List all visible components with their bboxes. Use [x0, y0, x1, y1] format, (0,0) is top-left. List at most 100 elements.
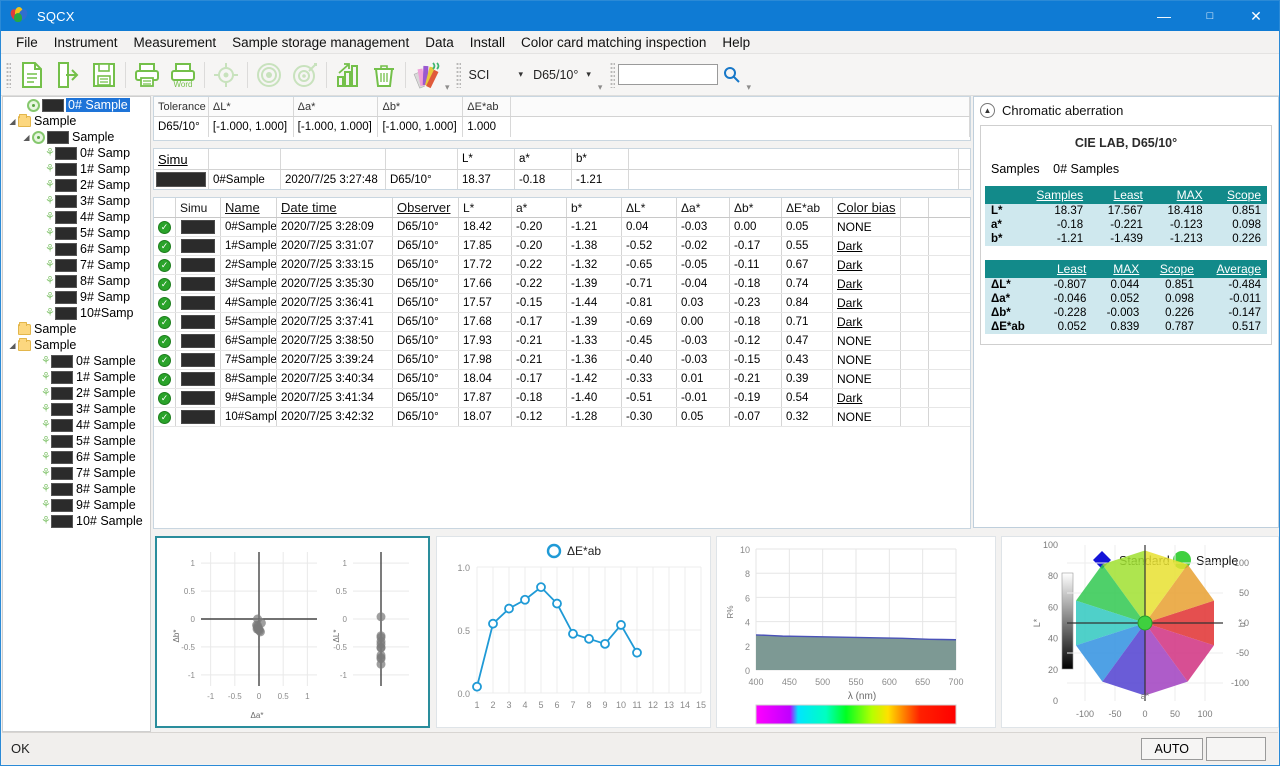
tree-group-3[interactable]: ◢ Sample — [3, 337, 150, 353]
search-input[interactable] — [618, 64, 718, 85]
standard-cell[interactable]: -0.18 — [515, 170, 572, 189]
chart-icon[interactable] — [330, 58, 366, 92]
illuminant-select[interactable]: D65/10° ▾ — [528, 64, 596, 86]
toolbar-overflow-icon-3[interactable]: ▾ — [746, 82, 751, 93]
sample-tree[interactable]: 0# Sample ◢ Sample ◢ Sample ⚘0# Samp⚘1# … — [2, 96, 151, 732]
measure-standard-icon[interactable] — [251, 58, 287, 92]
standard-cell[interactable]: D65/10° — [386, 170, 458, 189]
menu-item-instrument[interactable]: Instrument — [46, 33, 126, 52]
tree-item[interactable]: ⚘5# Samp — [3, 225, 150, 241]
menu-item-help[interactable]: Help — [714, 33, 758, 52]
tree-item[interactable]: ⚘9# Sample — [3, 497, 150, 513]
tree-item[interactable]: ⚘5# Sample — [3, 433, 150, 449]
tree-item[interactable]: ⚘0# Sample — [3, 353, 150, 369]
table-header-cell[interactable]: Name — [221, 198, 277, 217]
tree-item[interactable]: ⚘8# Samp — [3, 273, 150, 289]
table-header-cell[interactable]: Date time — [277, 198, 393, 217]
table-header-cell[interactable]: ΔL* — [622, 198, 677, 217]
table-header-cell[interactable]: Δa* — [677, 198, 730, 217]
minimize-button[interactable]: — — [1141, 1, 1187, 31]
lab-color-space-chart[interactable]: Standard Sample -100-50050100-100-500501… — [1001, 536, 1279, 728]
toolbar-overflow-icon-2[interactable]: ▾ — [598, 82, 603, 93]
toolbar-grip[interactable] — [6, 62, 11, 88]
standard-cell[interactable] — [154, 170, 209, 189]
tolerance-cell[interactable]: 1.000 — [463, 117, 511, 137]
menu-item-color-card-matching-inspection[interactable]: Color card matching inspection — [513, 33, 714, 52]
new-document-icon[interactable] — [14, 58, 50, 92]
tree-item[interactable]: ⚘2# Sample — [3, 385, 150, 401]
tree-item[interactable]: ⚘3# Samp — [3, 193, 150, 209]
table-header-cell[interactable] — [154, 198, 176, 217]
samples-table[interactable]: SimuNameDate timeObserverL*a*b*ΔL*Δa*Δb*… — [153, 197, 971, 529]
close-button[interactable]: ✕ — [1233, 1, 1279, 31]
tree-item[interactable]: ⚘9# Samp — [3, 289, 150, 305]
tolerance-grid[interactable]: ToleranceΔL*Δa*Δb*ΔE*ab D65/10°[-1.000, … — [153, 96, 971, 141]
standard-cell[interactable] — [629, 170, 959, 189]
chevron-expanded-icon[interactable]: ◢ — [7, 117, 18, 126]
table-row[interactable]: ✓1#Sample2020/7/25 3:31:07D65/10°17.85-0… — [154, 237, 970, 256]
color-palette-icon[interactable] — [409, 58, 445, 92]
tree-item[interactable]: ⚘4# Samp — [3, 209, 150, 225]
table-row[interactable]: ✓3#Sample2020/7/25 3:35:30D65/10°17.66-0… — [154, 275, 970, 294]
chevron-up-icon[interactable]: ▲ — [980, 103, 995, 118]
table-header-cell[interactable]: Color bias — [833, 198, 901, 217]
table-row[interactable]: ✓2#Sample2020/7/25 3:33:15D65/10°17.72-0… — [154, 256, 970, 275]
maximize-button[interactable]: □ — [1187, 1, 1233, 31]
delta-e-line-chart[interactable]: ΔE*ab 1234567891011121314150.00.51.0 — [436, 536, 711, 728]
tolerance-cell[interactable]: [-1.000, 1.000] — [209, 117, 294, 137]
menu-item-data[interactable]: Data — [417, 33, 462, 52]
tree-item[interactable]: ⚘6# Samp — [3, 241, 150, 257]
toolbar-overflow-icon[interactable]: ▾ — [445, 82, 450, 93]
save-icon[interactable] — [86, 58, 122, 92]
standard-cell[interactable]: 18.37 — [458, 170, 515, 189]
tree-group-1[interactable]: ◢ Sample — [3, 113, 150, 129]
table-header-cell[interactable]: Observer — [393, 198, 459, 217]
toolbar-grip-2[interactable] — [456, 62, 461, 88]
tolerance-cell[interactable] — [511, 117, 970, 137]
table-header-cell[interactable]: a* — [512, 198, 567, 217]
reflectance-spectrum-chart[interactable]: 4004505005506006507000246810 R% λ (nm) — [716, 536, 996, 728]
auto-button[interactable]: AUTO — [1141, 738, 1204, 760]
tree-item[interactable]: ⚘2# Samp — [3, 177, 150, 193]
measurement-mode-select[interactable]: SCI ▾ — [464, 64, 529, 86]
tree-item[interactable]: ⚘6# Sample — [3, 449, 150, 465]
export-icon[interactable] — [50, 58, 86, 92]
target-icon[interactable] — [208, 58, 244, 92]
tree-item[interactable]: ⚘7# Sample — [3, 465, 150, 481]
menu-item-file[interactable]: File — [8, 33, 46, 52]
standard-grid[interactable]: SimuL*a*b* 0#Sample2020/7/25 3:27:48D65/… — [153, 148, 971, 190]
table-row[interactable]: ✓6#Sample2020/7/25 3:38:50D65/10°17.93-0… — [154, 332, 970, 351]
table-row[interactable]: ✓0#Sample2020/7/25 3:28:09D65/10°18.42-0… — [154, 218, 970, 237]
menu-item-measurement[interactable]: Measurement — [126, 33, 225, 52]
menu-item-sample-storage-management[interactable]: Sample storage management — [224, 33, 417, 52]
table-header-cell[interactable]: ΔE*ab — [782, 198, 833, 217]
tree-item[interactable]: ⚘7# Samp — [3, 257, 150, 273]
tree-group-1-child[interactable]: ◢ Sample — [3, 129, 150, 145]
tree-group-2[interactable]: Sample — [3, 321, 150, 337]
tree-item[interactable]: ⚘3# Sample — [3, 401, 150, 417]
tree-item[interactable]: ⚘1# Sample — [3, 369, 150, 385]
tolerance-cell[interactable]: [-1.000, 1.000] — [378, 117, 463, 137]
table-header-cell[interactable]: Δb* — [730, 198, 782, 217]
standard-cell[interactable]: -1.21 — [572, 170, 629, 189]
chevron-expanded-icon[interactable]: ◢ — [7, 341, 18, 350]
tolerance-cell[interactable]: D65/10° — [154, 117, 209, 137]
standard-cell[interactable]: 0#Sample — [209, 170, 281, 189]
tree-item[interactable]: ⚘10#Samp — [3, 305, 150, 321]
menu-item-install[interactable]: Install — [462, 33, 513, 52]
tree-item[interactable]: ⚘8# Sample — [3, 481, 150, 497]
delta-ab-scatter-chart[interactable]: -1-0.500.51-1-0.500.51-1-0.500.51 Δb* Δa… — [155, 536, 430, 728]
toolbar-grip-3[interactable] — [610, 62, 615, 88]
table-header-cell[interactable]: Simu — [176, 198, 221, 217]
table-header-cell[interactable]: L* — [459, 198, 512, 217]
table-header-cell[interactable] — [901, 198, 929, 217]
delete-icon[interactable] — [366, 58, 402, 92]
standard-data-row[interactable]: 0#Sample2020/7/25 3:27:48D65/10°18.37-0.… — [154, 170, 970, 189]
tree-item[interactable]: ⚘0# Samp — [3, 145, 150, 161]
table-header-cell[interactable]: b* — [567, 198, 622, 217]
tree-item[interactable]: ⚘1# Samp — [3, 161, 150, 177]
tolerance-data-row[interactable]: D65/10°[-1.000, 1.000][-1.000, 1.000][-1… — [154, 117, 970, 137]
tree-item[interactable]: ⚘4# Sample — [3, 417, 150, 433]
tree-node-root[interactable]: 0# Sample — [3, 97, 150, 113]
export-word-icon[interactable]: Word — [165, 58, 201, 92]
